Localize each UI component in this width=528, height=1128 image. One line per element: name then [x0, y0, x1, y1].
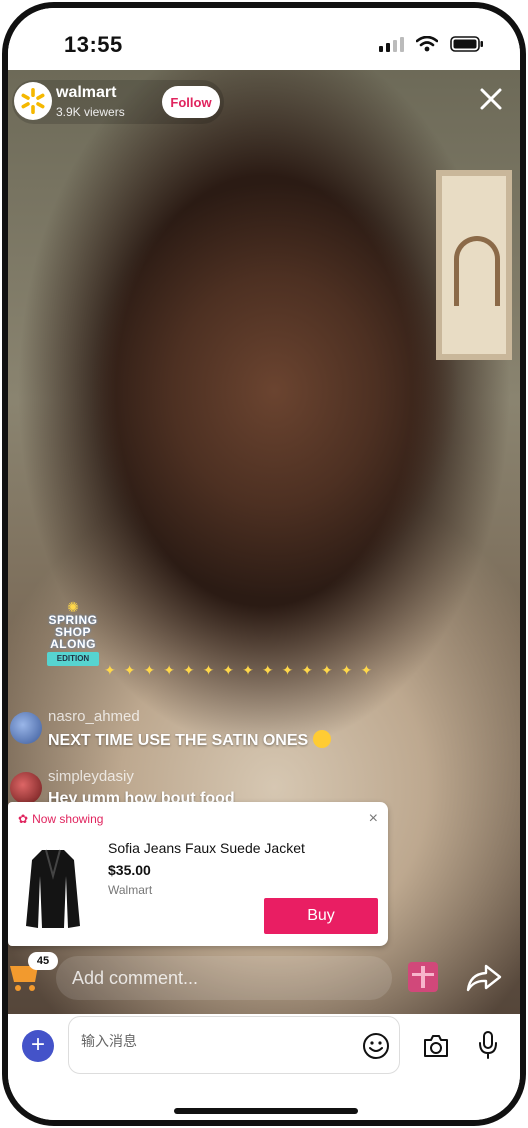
mic-icon[interactable] [478, 1030, 498, 1060]
status-icons [379, 36, 484, 52]
message-compose-bar: + 输入消息 [8, 1014, 520, 1120]
product-price: $35.00 [108, 862, 151, 878]
product-card[interactable]: ✿ Now showing × Sofia Jeans Faux Suede J… [8, 802, 388, 946]
message-input[interactable]: 输入消息 [68, 1016, 400, 1074]
comment-username[interactable]: nasro_ahmed [48, 708, 140, 725]
comment-message: NEXT TIME USE THE SATIN ONES [48, 730, 331, 750]
card-close-icon[interactable]: × [369, 810, 378, 828]
live-video[interactable]: walmart 3.9K viewers Follow ✺ SPRING SHO… [8, 70, 520, 1014]
comment-username[interactable]: simpleydasiy [48, 768, 134, 785]
product-name[interactable]: Sofia Jeans Faux Suede Jacket [108, 840, 305, 856]
phone-frame: 13:55 walmart 3.9K viewers Follow ✺ SPRI… [2, 2, 526, 1126]
grimace-emoji-icon [312, 730, 331, 748]
share-icon[interactable] [466, 964, 502, 992]
now-showing-text: Now showing [32, 812, 104, 826]
promo-line-3: ALONG [50, 637, 96, 651]
product-image[interactable] [24, 846, 82, 930]
avatar[interactable] [10, 772, 42, 804]
follow-button[interactable]: Follow [162, 86, 220, 118]
host-name[interactable]: walmart [56, 84, 116, 102]
comment-input-placeholder[interactable]: Add comment... [72, 968, 198, 989]
viewer-count: 3.9K viewers [56, 105, 125, 119]
signal-icon [379, 36, 404, 52]
buy-button[interactable]: Buy [264, 898, 378, 934]
status-bar: 13:55 [8, 8, 520, 70]
gift-icon[interactable] [408, 962, 438, 992]
walmart-spark-icon[interactable] [14, 82, 52, 120]
close-icon[interactable] [476, 84, 506, 114]
spring-shop-along-logo: ✺ SPRING SHOP ALONG EDITION [38, 600, 108, 666]
home-indicator[interactable] [174, 1108, 358, 1114]
cart-count-badge: 45 [28, 952, 58, 970]
wifi-icon [416, 36, 438, 52]
flower-icon: ✿ [18, 812, 29, 826]
wall-art [436, 170, 512, 360]
emoji-icon[interactable] [362, 1032, 390, 1060]
avatar[interactable] [10, 712, 42, 744]
promo-badge: EDITION [47, 652, 99, 666]
camera-icon[interactable] [422, 1034, 450, 1058]
now-showing-label: ✿ Now showing [18, 812, 103, 826]
status-time: 13:55 [64, 32, 123, 57]
sparkle-icon: ✺ [67, 599, 79, 615]
comment-text: NEXT TIME USE THE SATIN ONES [48, 732, 309, 749]
battery-icon [450, 36, 483, 52]
sparkle-trail: ✦✦✦✦✦✦✦✦✦✦✦✦✦✦ [104, 662, 381, 678]
host-badge[interactable]: walmart 3.9K viewers Follow [12, 80, 224, 124]
plus-icon[interactable]: + [22, 1030, 54, 1062]
product-seller: Walmart [108, 883, 153, 897]
